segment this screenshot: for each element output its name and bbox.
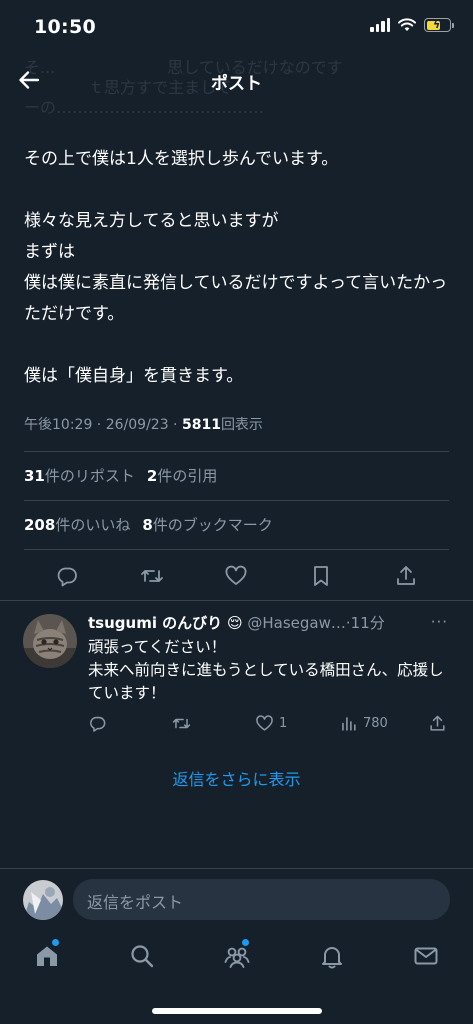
- analytics-icon: [342, 717, 356, 731]
- post-paragraph: 僕は僕に素直に発信しているだけですよって言いたかっただけです。: [24, 273, 448, 324]
- repost-icon[interactable]: [140, 564, 164, 588]
- post-paragraph: 僕は「僕自身」を貫きます。: [24, 366, 244, 386]
- repost-icon: [172, 718, 191, 729]
- messages-icon[interactable]: [412, 942, 440, 970]
- bookmark-icon[interactable]: [309, 564, 333, 588]
- divider: [24, 451, 449, 452]
- reply-header: tsugumi のんびり 😌 @Hasegaw…·11分 ···: [88, 613, 448, 632]
- battery-icon: ϟ: [424, 18, 454, 32]
- divider: [0, 600, 473, 601]
- screen: 10:50 ϟ そ... 思しているだけなのです ｔ思方すで主まして ーの…………: [0, 0, 473, 1024]
- notifications-icon[interactable]: [318, 942, 346, 970]
- reply-icon: [90, 716, 106, 732]
- post-paragraph: まずは: [24, 242, 75, 262]
- avatar[interactable]: [23, 614, 77, 668]
- search-icon[interactable]: [128, 942, 156, 970]
- reply-reply-button[interactable]: [88, 714, 107, 733]
- top-header: ポスト: [0, 54, 473, 106]
- post-date: 26/09/23: [105, 417, 169, 433]
- meta-separator: ·: [92, 417, 106, 433]
- post-action-bar: [0, 556, 473, 596]
- like-icon[interactable]: [224, 564, 248, 588]
- communities-notification-dot: [242, 939, 249, 946]
- reply-line: 未来へ前向きに進もうとしている橋田さん、応援しています！: [88, 661, 444, 702]
- post-paragraph: 様々な見え方してると思いますが: [24, 211, 279, 231]
- wifi-icon: [398, 18, 416, 31]
- show-more-replies-link[interactable]: 返信をさらに表示: [0, 766, 473, 790]
- home-icon[interactable]: [33, 942, 61, 970]
- view-count[interactable]: 5811: [182, 417, 221, 433]
- reply-icon[interactable]: [55, 564, 79, 588]
- like-stats-row: 208件のいいね 8件のブックマーク: [24, 514, 273, 535]
- post-paragraph: [24, 175, 452, 206]
- divider: [0, 868, 473, 869]
- reply-time: 11分: [350, 614, 385, 632]
- bottom-tab-bar: [0, 930, 473, 990]
- share-icon[interactable]: [394, 564, 418, 588]
- emoji-icon: 😌: [226, 614, 243, 632]
- post-paragraph: その上で僕は1人を選択し歩んでいます。: [24, 149, 339, 169]
- post-paragraph: [24, 330, 452, 361]
- status-icons: ϟ: [370, 18, 454, 32]
- share-icon: [430, 715, 445, 731]
- divider: [24, 549, 449, 550]
- view-label: 回表示: [220, 417, 263, 433]
- reply-text: 頑張ってください！ 未来へ前向きに進もうとしている橋田さん、応援しています！: [88, 636, 450, 705]
- home-indicator[interactable]: [152, 1008, 322, 1014]
- reply-action-bar: 1 780: [88, 714, 452, 738]
- likes-stat[interactable]: 208件のいいね: [24, 516, 130, 534]
- more-options-icon[interactable]: ···: [431, 613, 448, 631]
- post-text: その上で僕は1人を選択し歩んでいます。 様々な見え方してると思いますが まずは …: [24, 144, 452, 392]
- reply-like-count: 1: [279, 716, 288, 731]
- status-bar: 10:50 ϟ: [0, 0, 473, 54]
- cellular-signal-icon: [370, 18, 390, 32]
- reply-compose-input[interactable]: 返信をポスト: [73, 879, 450, 920]
- page-title: ポスト: [211, 74, 262, 94]
- avatar[interactable]: [23, 880, 63, 920]
- communities-icon[interactable]: [223, 942, 251, 970]
- reply-handle[interactable]: @Hasegaw…: [247, 614, 346, 632]
- reply-repost-button[interactable]: [172, 714, 191, 733]
- like-icon: [256, 715, 273, 731]
- home-notification-dot: [52, 939, 59, 946]
- post-time: 午後10:29: [24, 417, 93, 433]
- reply-view-count: 780: [363, 716, 388, 731]
- quotes-stat[interactable]: 2件の引用: [147, 467, 217, 485]
- reply-like-button[interactable]: 1: [255, 714, 287, 733]
- reply-line: 頑張ってください！: [88, 638, 227, 656]
- divider: [24, 500, 449, 501]
- status-time: 10:50: [34, 16, 96, 38]
- reposts-stat[interactable]: 31件のリポスト: [24, 467, 135, 485]
- bookmarks-stat[interactable]: 8件のブックマーク: [142, 516, 272, 534]
- repost-stats-row: 31件のリポスト 2件の引用: [24, 465, 217, 486]
- reply-display-name[interactable]: tsugumi のんびり: [88, 614, 222, 632]
- meta-separator: ·: [168, 417, 182, 433]
- post-meta: 午後10:29 · 26/09/23 · 5811回表示: [24, 414, 263, 434]
- reply-views-button[interactable]: 780: [339, 714, 388, 733]
- reply-share-button[interactable]: [428, 714, 447, 733]
